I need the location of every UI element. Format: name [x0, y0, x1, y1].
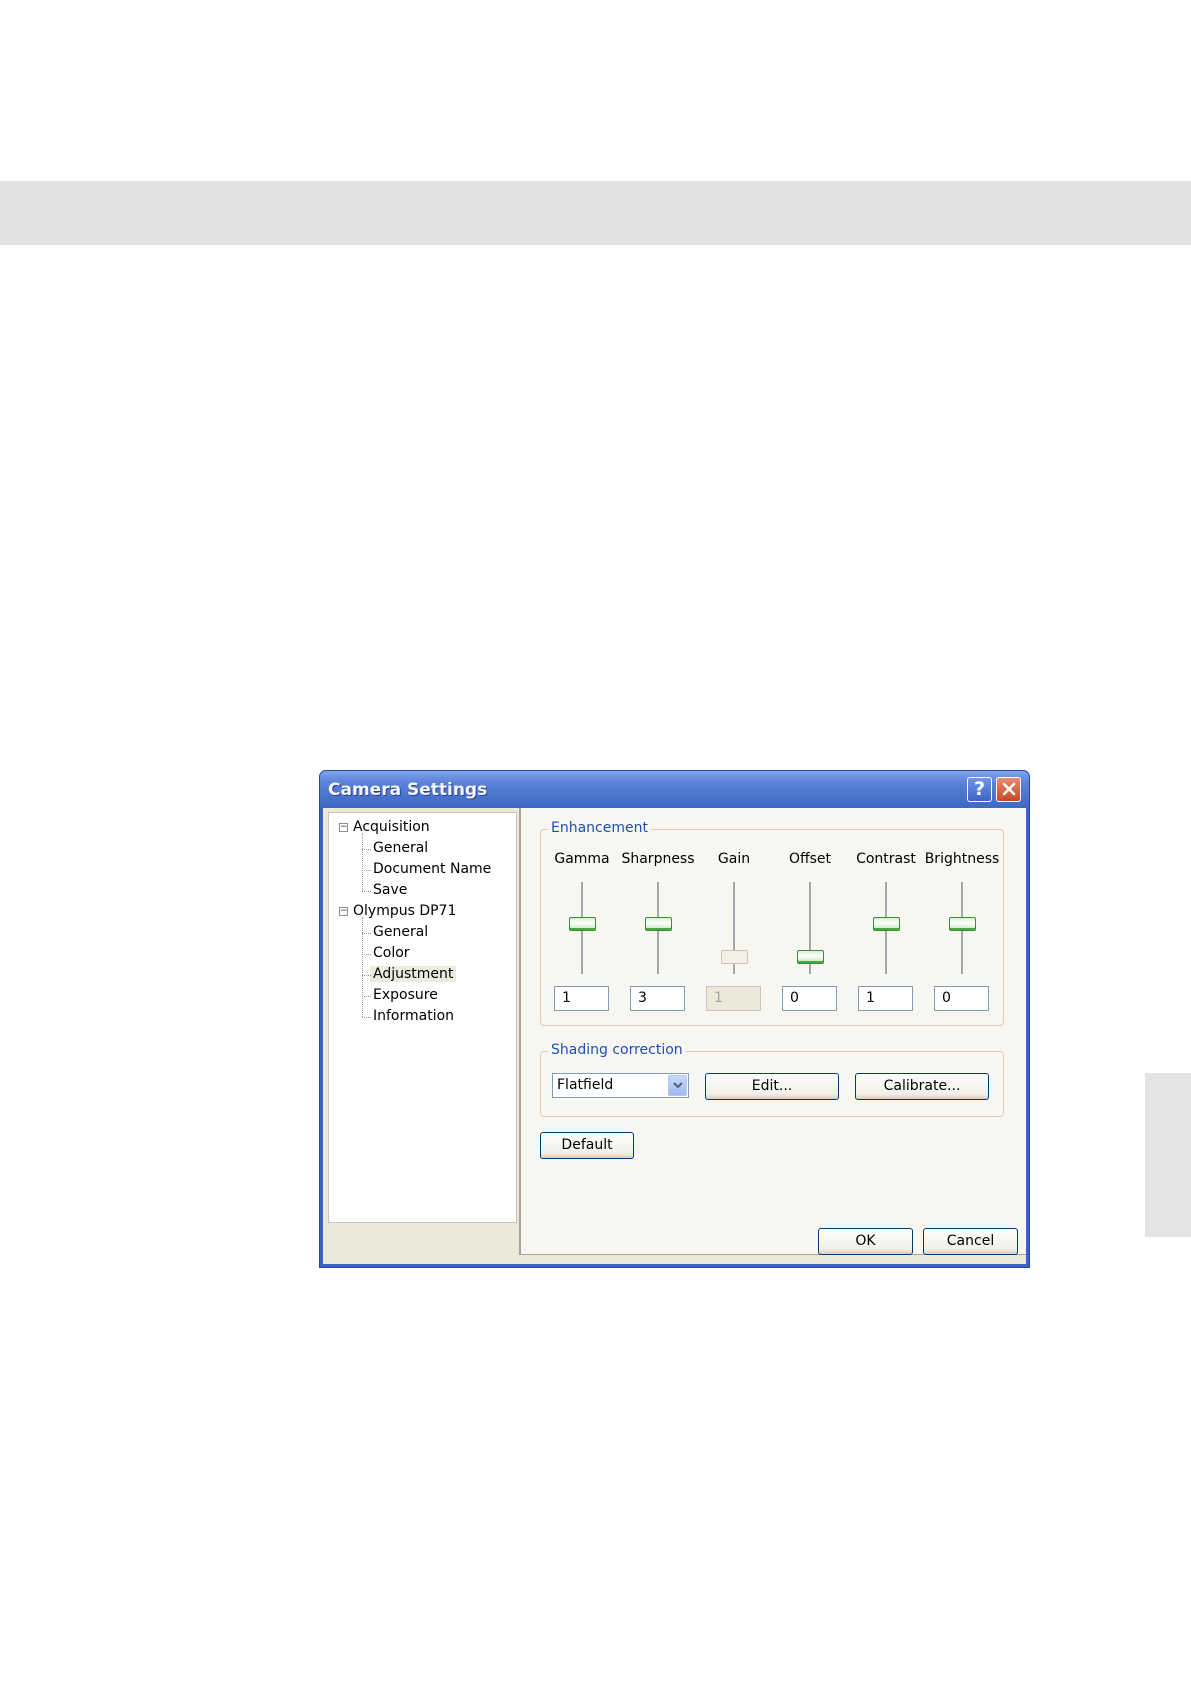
- tree-connector: [362, 954, 371, 955]
- tree-leaf[interactable]: General: [373, 839, 428, 858]
- collapse-icon[interactable]: −: [339, 823, 348, 832]
- gamma-value-input[interactable]: 1: [554, 986, 609, 1011]
- default-button[interactable]: Default: [540, 1132, 634, 1159]
- camera-settings-dialog: Camera Settings ? Acquisition − General Doc…: [320, 771, 1029, 1267]
- gamma-label: Gamma: [554, 851, 610, 867]
- tree-item-label: Olympus DP71: [353, 903, 457, 919]
- page-side-tab: [1145, 1073, 1191, 1237]
- gain-slider-thumb: [721, 950, 748, 964]
- tree-item-label: Color: [373, 945, 410, 961]
- gain-label: Gain: [717, 851, 751, 867]
- enhancement-group-title: Enhancement: [548, 820, 651, 836]
- contrast-label: Contrast: [856, 851, 916, 867]
- calibrate-button[interactable]: Calibrate...: [855, 1073, 989, 1100]
- contrast-slider-thumb[interactable]: [873, 917, 900, 931]
- offset-value-input[interactable]: 0: [782, 986, 837, 1011]
- title-bar[interactable]: Camera Settings ?: [320, 771, 1029, 808]
- tree-connector: [362, 1017, 371, 1018]
- close-icon: [1002, 782, 1015, 796]
- tree-item-label: Information: [373, 1008, 455, 1024]
- shading-method-select[interactable]: Flatfield: [552, 1073, 689, 1098]
- tree-item-label: Save: [373, 882, 408, 898]
- help-button[interactable]: ?: [967, 777, 992, 802]
- tree-connector: [362, 996, 371, 997]
- tree-leaf[interactable]: Information: [373, 1007, 454, 1026]
- tree-item-label: Exposure: [373, 987, 438, 1003]
- enhancement-group: Enhancement Gamma 1 Sharpness 3 Gain 1 Offset 0…: [540, 820, 1004, 1026]
- page-header-band: [0, 181, 1191, 245]
- chevron-down-icon[interactable]: [668, 1075, 687, 1096]
- collapse-icon[interactable]: −: [339, 907, 348, 916]
- tree-item-label: Document Name: [373, 861, 492, 877]
- shading-method-value: Flatfield: [557, 1077, 614, 1093]
- offset-label: Offset: [788, 851, 832, 867]
- tree-leaf[interactable]: General: [373, 923, 428, 942]
- cancel-button[interactable]: Cancel: [923, 1228, 1018, 1255]
- tree-connector: [362, 833, 363, 891]
- edit-button[interactable]: Edit...: [705, 1073, 839, 1100]
- tree-node[interactable]: Acquisition: [353, 818, 430, 837]
- tree-connector: [362, 849, 371, 850]
- adjustment-panel: Enhancement Gamma 1 Sharpness 3 Gain 1 Offset 0…: [519, 808, 1026, 1255]
- tree-item-label: Adjustment: [370, 966, 457, 982]
- shading-correction-title: Shading correction: [548, 1042, 686, 1058]
- tree-item-label: General: [373, 924, 429, 940]
- brightness-label: Brightness: [924, 851, 1000, 867]
- gain-value-input: 1: [706, 986, 761, 1011]
- tree-leaf[interactable]: Document Name: [373, 860, 491, 879]
- tree-leaf[interactable]: Exposure: [373, 986, 438, 1005]
- tree-connector: [362, 891, 371, 892]
- tree-leaf[interactable]: Adjustment: [370, 965, 457, 984]
- offset-slider-thumb[interactable]: [797, 950, 824, 964]
- tree-connector: [362, 975, 371, 976]
- tree-item-label: Acquisition: [353, 819, 430, 835]
- brightness-value-input[interactable]: 0: [934, 986, 989, 1011]
- contrast-value-input[interactable]: 1: [858, 986, 913, 1011]
- dialog-client-area: Acquisition − General Document Name Save Olym…: [323, 808, 1026, 1264]
- tree-leaf[interactable]: Save: [373, 881, 407, 900]
- tree-leaf[interactable]: Color: [373, 944, 410, 963]
- tree-connector: [362, 870, 371, 871]
- shading-correction-group: Shading correction Flatfield Edit... Cal…: [540, 1042, 1004, 1117]
- tree-node[interactable]: Olympus DP71: [353, 902, 456, 921]
- tree-connector: [362, 933, 371, 934]
- ok-button[interactable]: OK: [818, 1228, 913, 1255]
- brightness-slider-thumb[interactable]: [949, 917, 976, 931]
- gamma-slider-thumb[interactable]: [569, 917, 596, 931]
- sharpness-slider-thumb[interactable]: [645, 917, 672, 931]
- dialog-title: Camera Settings: [328, 780, 488, 800]
- tree-connector: [362, 917, 363, 1017]
- sharpness-label: Sharpness: [621, 851, 695, 867]
- sharpness-value-input[interactable]: 3: [630, 986, 685, 1011]
- close-button[interactable]: [996, 777, 1021, 802]
- tree-item-label: General: [373, 840, 429, 856]
- settings-tree: Acquisition − General Document Name Save Olym…: [328, 812, 517, 1223]
